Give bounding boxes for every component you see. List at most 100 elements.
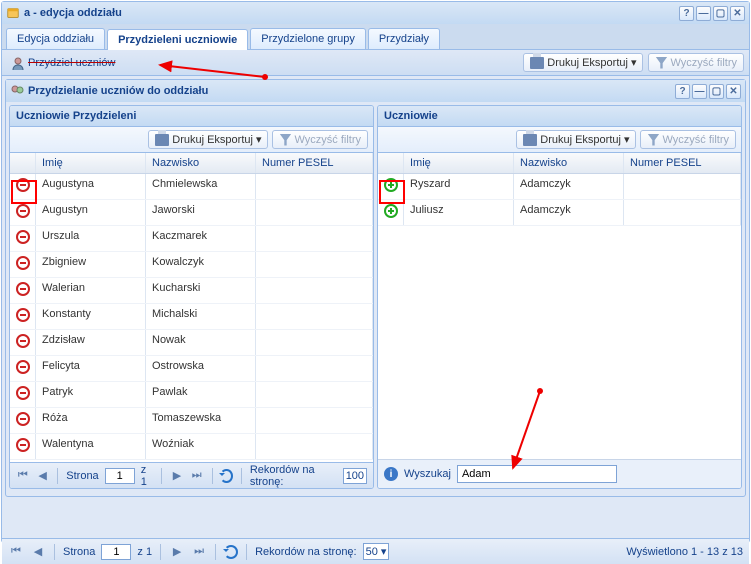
remove-icon: [16, 204, 30, 218]
remove-button[interactable]: [10, 356, 36, 381]
next-page-button[interactable]: ▶: [169, 544, 185, 560]
last-page-button[interactable]: ⏭: [190, 468, 204, 484]
assigned-clear-filters-label: Wyczyść filtry: [294, 134, 361, 146]
cell-pesel: [256, 226, 373, 251]
help-button[interactable]: ?: [679, 6, 694, 21]
panel-available-toolbar: Drukuj Eksportuj ▾ Wyczyść filtry: [378, 127, 741, 153]
remove-button[interactable]: [10, 252, 36, 277]
available-grid-body[interactable]: RyszardAdamczykJuliuszAdamczyk: [378, 174, 741, 457]
last-page-button[interactable]: ⏭: [191, 544, 207, 560]
assign-minimize-button[interactable]: —: [692, 84, 707, 99]
available-clear-filters-button[interactable]: Wyczyść filtry: [640, 130, 736, 149]
add-button[interactable]: [378, 200, 404, 225]
panel-available: Uczniowie Drukuj Eksportuj ▾ Wyczyść fil…: [377, 105, 742, 489]
tab-assigned-groups[interactable]: Przydzielone grupy: [250, 28, 366, 49]
clear-filters-button[interactable]: Wyczyść filtry: [648, 53, 744, 72]
col-last-name[interactable]: Nazwisko: [514, 153, 624, 173]
dropdown-icon: ▾: [624, 133, 630, 146]
remove-button[interactable]: [10, 278, 36, 303]
page-label: Strona: [66, 470, 98, 482]
first-page-button[interactable]: ⏮: [16, 468, 30, 484]
assigned-grid-body[interactable]: AugustynaChmielewskaAugustynJaworskiUrsz…: [10, 174, 373, 460]
display-count: Wyświetlono 1 - 13 z 13: [626, 546, 743, 558]
cell-pesel: [256, 200, 373, 225]
assigned-clear-filters-button[interactable]: Wyczyść filtry: [272, 130, 368, 149]
cell-first-name: Juliusz: [404, 200, 514, 225]
remove-button[interactable]: [10, 408, 36, 433]
remove-button[interactable]: [10, 200, 36, 225]
maximize-button[interactable]: ▢: [713, 6, 728, 21]
search-label: Wyszukaj: [404, 468, 451, 480]
cell-first-name: Walentyna: [36, 434, 146, 459]
col-pesel[interactable]: Numer PESEL: [256, 153, 373, 173]
per-page-select[interactable]: 100: [343, 468, 367, 484]
cell-last-name: Ostrowska: [146, 356, 256, 381]
table-row[interactable]: ZbigniewKowalczyk: [10, 252, 373, 278]
panel-assigned-header: Uczniowie Przydzieleni: [10, 106, 373, 127]
table-row[interactable]: RyszardAdamczyk: [378, 174, 741, 200]
col-action: [378, 153, 404, 173]
refresh-icon[interactable]: [220, 469, 233, 483]
remove-button[interactable]: [10, 304, 36, 329]
table-row[interactable]: WalerianKucharski: [10, 278, 373, 304]
col-pesel[interactable]: Numer PESEL: [624, 153, 741, 173]
tab-assignments[interactable]: Przydziały: [368, 28, 440, 49]
print-export-label: Drukuj Eksportuj: [547, 57, 628, 69]
refresh-icon[interactable]: [224, 545, 238, 559]
window-title: a - edycja oddziału: [24, 7, 122, 19]
page-input[interactable]: [101, 544, 131, 560]
printer-icon: [155, 134, 169, 146]
assign-close-button[interactable]: ✕: [726, 84, 741, 99]
cell-pesel: [256, 434, 373, 459]
remove-button[interactable]: [10, 382, 36, 407]
table-row[interactable]: KonstantyMichalski: [10, 304, 373, 330]
prev-page-button[interactable]: ◀: [30, 544, 46, 560]
cell-first-name: Róża: [36, 408, 146, 433]
main-window: a - edycja oddziału ? — ▢ ✕ Edycja oddzi…: [1, 1, 750, 543]
add-button[interactable]: [378, 174, 404, 199]
close-button[interactable]: ✕: [730, 6, 745, 21]
col-last-name[interactable]: Nazwisko: [146, 153, 256, 173]
cell-pesel: [256, 408, 373, 433]
assigned-print-export-button[interactable]: Drukuj Eksportuj ▾: [148, 130, 268, 149]
remove-button[interactable]: [10, 434, 36, 459]
table-row[interactable]: WalentynaWoźniak: [10, 434, 373, 460]
remove-icon: [16, 386, 30, 400]
search-input[interactable]: [457, 465, 617, 483]
remove-button[interactable]: [10, 174, 36, 199]
col-first-name[interactable]: Imię: [404, 153, 514, 173]
tab-edit[interactable]: Edycja oddziału: [6, 28, 105, 49]
panel-available-header: Uczniowie: [378, 106, 741, 127]
page-input[interactable]: [105, 468, 135, 484]
cell-first-name: Urszula: [36, 226, 146, 251]
cell-last-name: Adamczyk: [514, 174, 624, 199]
table-row[interactable]: AugustynaChmielewska: [10, 174, 373, 200]
remove-button[interactable]: [10, 330, 36, 355]
table-row[interactable]: FelicytaOstrowska: [10, 356, 373, 382]
table-row[interactable]: UrszulaKaczmarek: [10, 226, 373, 252]
next-page-button[interactable]: ▶: [170, 468, 184, 484]
assign-maximize-button[interactable]: ▢: [709, 84, 724, 99]
remove-icon: [16, 256, 30, 270]
per-page-select[interactable]: 50 ▾: [363, 543, 390, 560]
assign-help-button[interactable]: ?: [675, 84, 690, 99]
table-row[interactable]: RóżaTomaszewska: [10, 408, 373, 434]
cell-pesel: [256, 330, 373, 355]
table-row[interactable]: AugustynJaworski: [10, 200, 373, 226]
prev-page-button[interactable]: ◀: [36, 468, 50, 484]
table-row[interactable]: PatrykPawlak: [10, 382, 373, 408]
remove-button[interactable]: [10, 226, 36, 251]
tab-assigned-students[interactable]: Przydzieleni uczniowie: [107, 29, 248, 50]
funnel-icon: [655, 57, 667, 69]
first-page-button[interactable]: ⏮: [8, 544, 24, 560]
print-export-button[interactable]: Drukuj Eksportuj ▾: [523, 53, 643, 72]
table-row[interactable]: ZdzisławNowak: [10, 330, 373, 356]
col-first-name[interactable]: Imię: [36, 153, 146, 173]
available-clear-filters-label: Wyczyść filtry: [662, 134, 729, 146]
minimize-button[interactable]: —: [696, 6, 711, 21]
tab-strip: Edycja oddziału Przydzieleni uczniowie P…: [2, 24, 749, 50]
assign-students-button[interactable]: Przydziel uczniów: [7, 54, 119, 72]
search-bar: i Wyszukaj: [378, 459, 741, 488]
available-print-export-button[interactable]: Drukuj Eksportuj ▾: [516, 130, 636, 149]
table-row[interactable]: JuliuszAdamczyk: [378, 200, 741, 226]
